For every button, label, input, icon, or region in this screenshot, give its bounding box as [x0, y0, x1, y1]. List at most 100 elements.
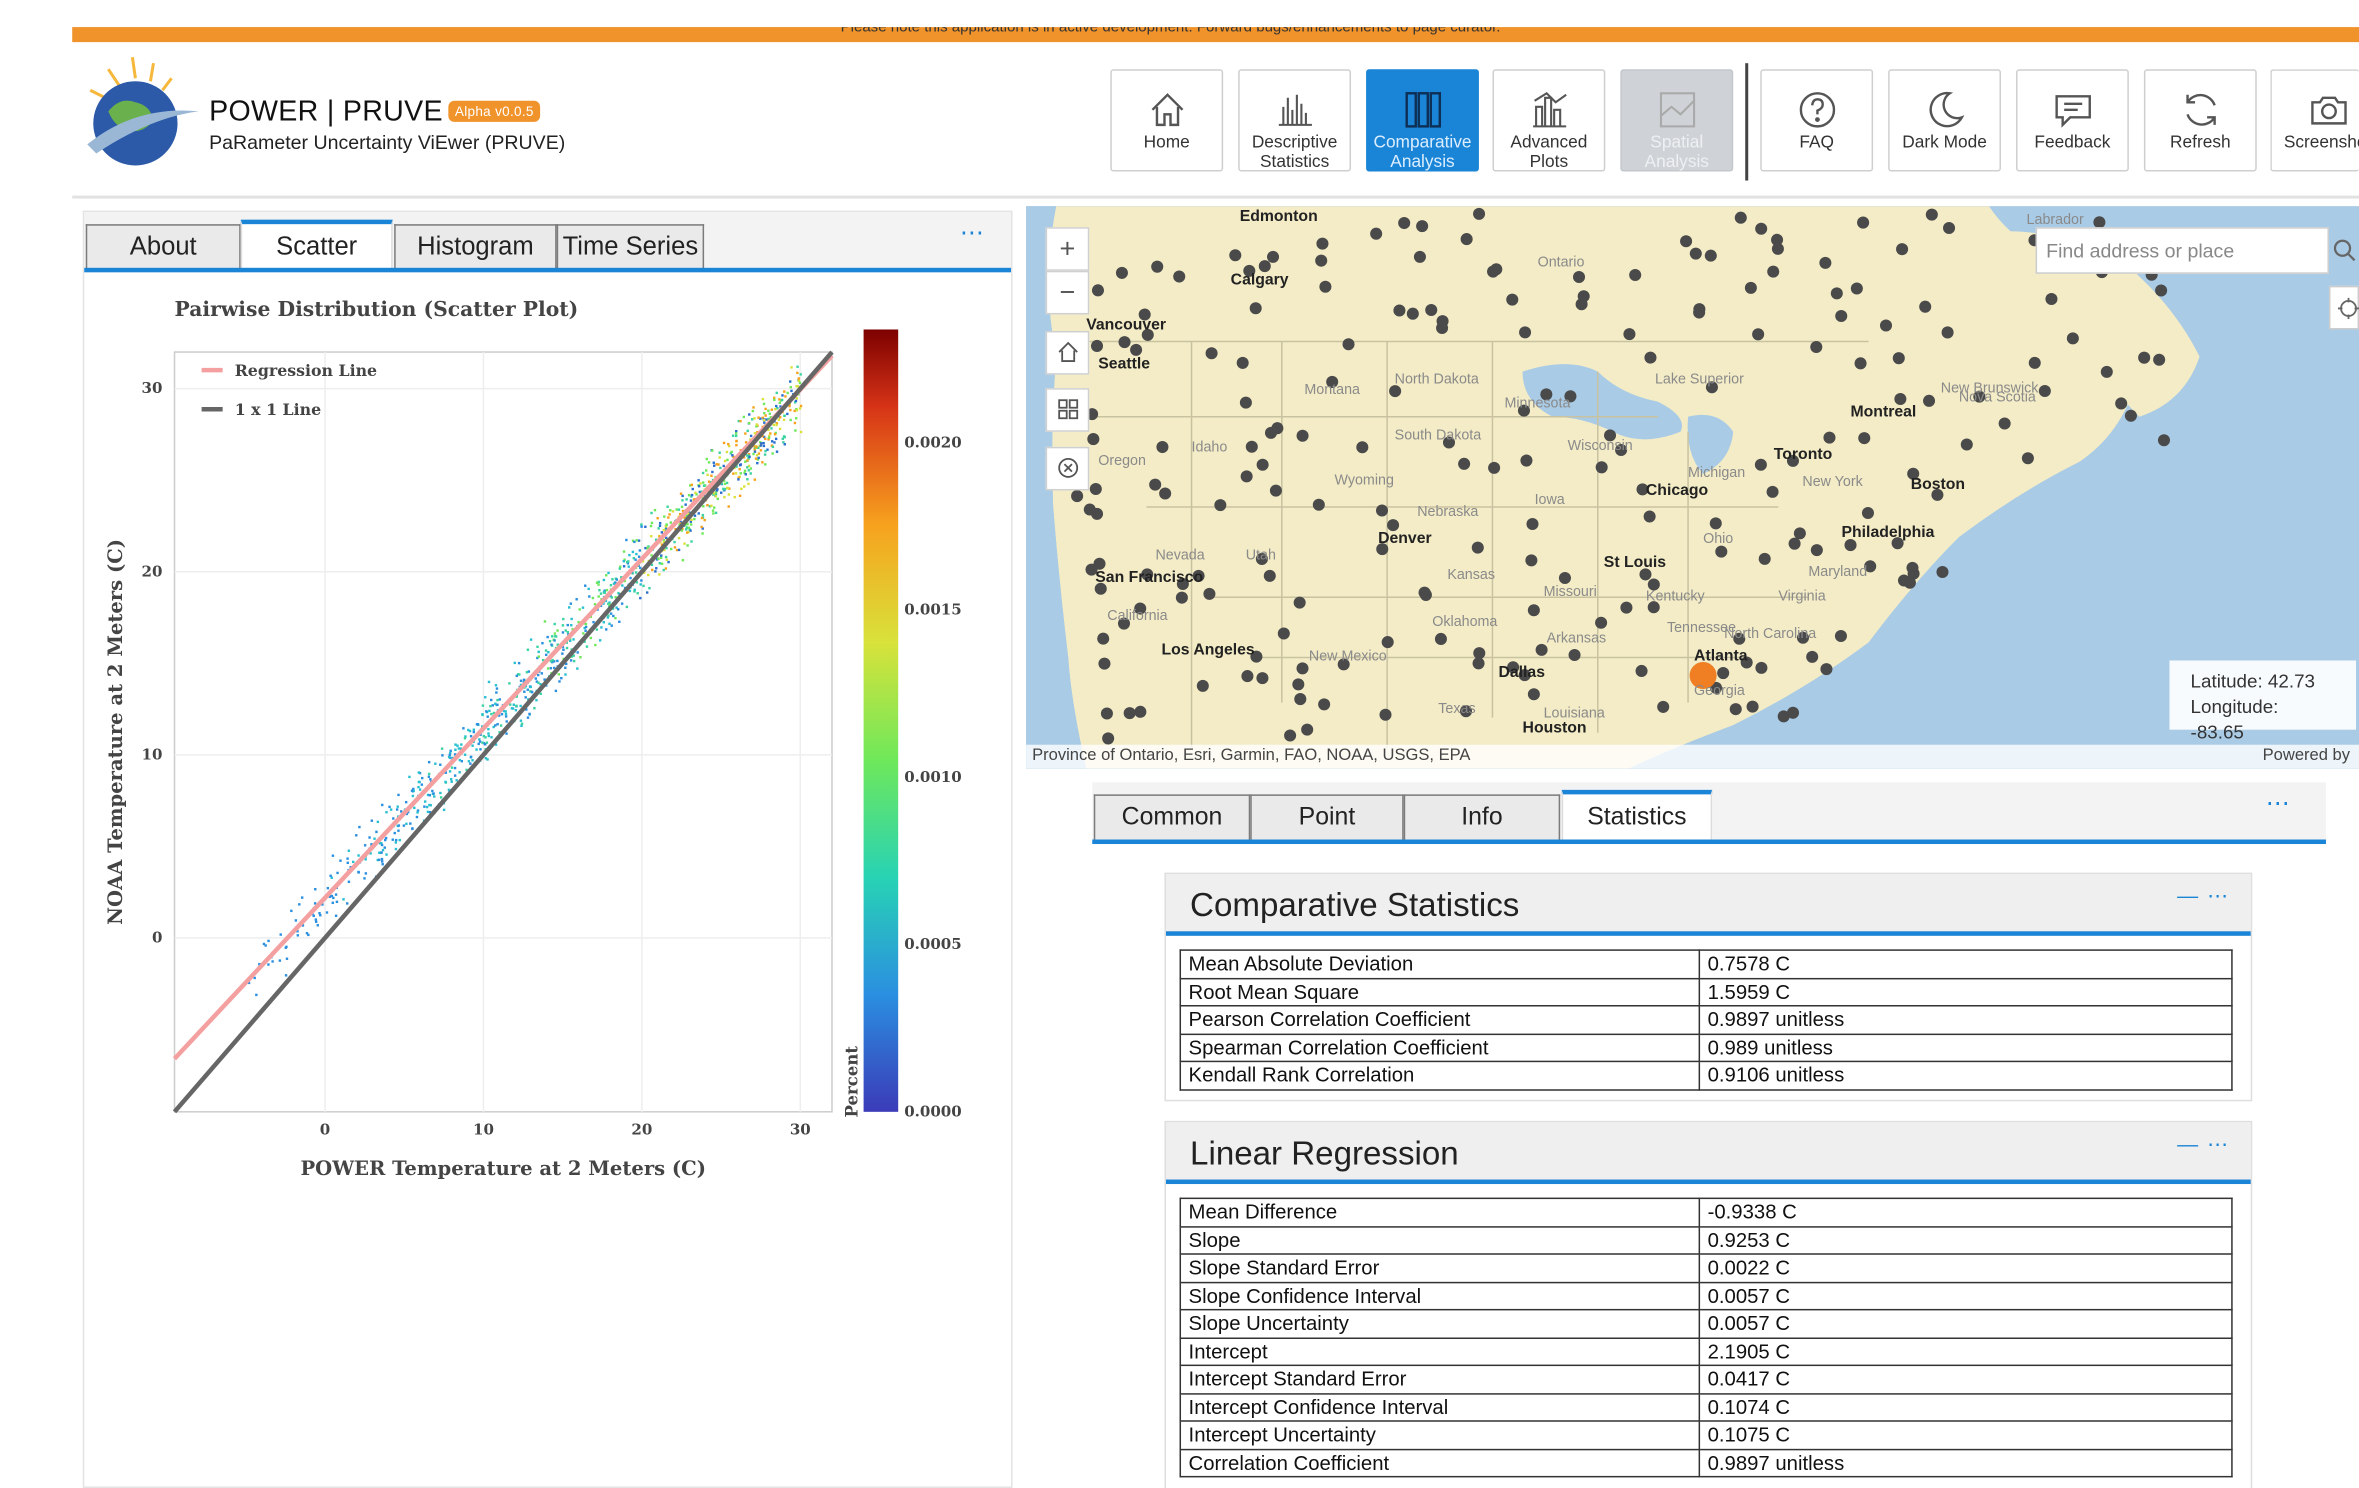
station-marker[interactable] [1850, 282, 1863, 295]
dark-mode-button[interactable]: Dark Mode [1888, 69, 2001, 172]
station-marker[interactable] [1393, 304, 1406, 317]
station-marker[interactable] [1214, 499, 1227, 512]
more-icon[interactable]: ⋯ [960, 218, 986, 248]
station-marker[interactable] [2045, 292, 2058, 306]
station-marker[interactable] [1572, 270, 1586, 284]
station-marker[interactable] [2124, 409, 2137, 422]
station-marker[interactable] [1458, 457, 1471, 470]
station-marker[interactable] [1558, 571, 1571, 584]
station-marker[interactable] [1734, 211, 1747, 224]
station-marker[interactable] [1406, 307, 1419, 320]
feedback-button[interactable]: Feedback [2016, 69, 2129, 172]
station-marker[interactable] [2155, 284, 2168, 297]
station-marker[interactable] [1771, 233, 1784, 246]
station-marker[interactable] [1296, 662, 1309, 675]
refresh-button[interactable]: Refresh [2143, 69, 2257, 172]
station-marker[interactable] [1256, 458, 1269, 471]
station-marker[interactable] [1689, 247, 1702, 260]
station-marker[interactable] [1620, 601, 1633, 614]
station-marker[interactable] [1203, 587, 1216, 600]
station-marker[interactable] [1460, 233, 1473, 246]
station-marker[interactable] [2021, 452, 2034, 465]
station-marker[interactable] [1623, 328, 1636, 341]
tab-point[interactable]: Point [1250, 794, 1404, 840]
map-search-input[interactable]: Find address or place [2035, 227, 2329, 274]
station-marker[interactable] [1717, 667, 1730, 680]
station-marker[interactable] [1487, 265, 1500, 278]
station-marker[interactable] [1236, 356, 1249, 369]
station-marker[interactable] [1715, 545, 1728, 558]
station-marker[interactable] [2115, 397, 2128, 410]
station-marker[interactable] [1263, 569, 1276, 582]
station-marker[interactable] [1315, 254, 1328, 267]
tab-time-series[interactable]: Time Series [556, 224, 705, 270]
station-marker[interactable] [1118, 336, 1131, 349]
station-marker[interactable] [1312, 498, 1325, 511]
station-marker[interactable] [1998, 417, 2011, 430]
station-marker[interactable] [1577, 290, 1590, 303]
station-marker[interactable] [1788, 537, 1801, 550]
zoom-in-button[interactable]: + [1045, 227, 1090, 271]
station-marker[interactable] [1249, 302, 1262, 315]
station-marker[interactable] [1379, 708, 1392, 721]
station-marker[interactable] [1292, 678, 1305, 691]
station-marker[interactable] [1205, 347, 1218, 360]
station-marker[interactable] [1284, 729, 1297, 742]
station-marker[interactable] [1245, 440, 1258, 453]
station-marker[interactable] [2066, 332, 2079, 345]
clear-button[interactable] [1045, 446, 1090, 491]
station-marker[interactable] [1744, 281, 1757, 294]
station-marker[interactable] [2138, 351, 2151, 364]
station-marker[interactable] [1436, 315, 1449, 328]
station-marker[interactable] [1820, 663, 1833, 676]
station-marker[interactable] [1293, 596, 1306, 609]
station-marker[interactable] [1758, 552, 1771, 565]
station-marker[interactable] [1151, 260, 1164, 273]
search-icon[interactable] [2332, 238, 2356, 262]
station-marker[interactable] [1472, 657, 1485, 670]
station-marker[interactable] [1100, 707, 1113, 720]
station-marker[interactable] [1823, 431, 1836, 444]
station-marker[interactable] [1089, 482, 1102, 495]
station-marker[interactable] [1746, 700, 1759, 713]
station-marker[interactable] [1296, 429, 1309, 442]
station-marker[interactable] [1595, 461, 1608, 474]
powered-by[interactable]: Powered by [2263, 746, 2350, 764]
station-marker[interactable] [1130, 343, 1143, 356]
tab-common[interactable]: Common [1093, 794, 1251, 840]
station-marker[interactable] [1418, 586, 1431, 599]
station-marker[interactable] [1834, 629, 1847, 643]
zoom-out-button[interactable]: − [1045, 270, 1090, 315]
station-marker[interactable] [1097, 632, 1110, 645]
station-marker[interactable] [1755, 222, 1768, 235]
station-marker[interactable] [1919, 300, 1932, 313]
station-marker[interactable] [1777, 710, 1790, 723]
station-marker[interactable] [1342, 338, 1355, 351]
spatial-analysis-button[interactable]: Spatial Analysis [1620, 69, 1734, 172]
station-marker[interactable] [1903, 576, 1916, 589]
station-marker[interactable] [1159, 487, 1172, 500]
station-marker[interactable] [1644, 351, 1657, 364]
map-home-button[interactable] [1045, 330, 1090, 375]
station-marker[interactable] [1434, 632, 1447, 645]
station-marker[interactable] [1294, 693, 1307, 706]
station-marker[interactable] [1519, 326, 1532, 339]
station-marker[interactable] [1102, 732, 1115, 745]
station-marker[interactable] [1425, 303, 1438, 317]
home-button[interactable]: Home [1110, 69, 1224, 172]
station-marker[interactable] [1693, 306, 1706, 319]
tab-info[interactable]: Info [1403, 794, 1561, 840]
locate-button[interactable] [2328, 285, 2359, 330]
descriptive-statistics-button[interactable]: Descriptive Statistics [1238, 69, 1352, 172]
station-marker[interactable] [1754, 458, 1767, 471]
station-marker[interactable] [1173, 270, 1186, 283]
station-marker[interactable] [1810, 340, 1823, 354]
faq-button[interactable]: FAQ [1760, 69, 1874, 172]
station-marker[interactable] [1267, 250, 1280, 263]
station-marker[interactable] [1156, 441, 1169, 454]
station-marker[interactable] [1175, 591, 1188, 604]
station-marker[interactable] [1704, 249, 1717, 262]
station-marker[interactable] [1134, 705, 1147, 718]
station-marker[interactable] [1471, 541, 1484, 554]
station-marker[interactable] [1943, 221, 1956, 235]
